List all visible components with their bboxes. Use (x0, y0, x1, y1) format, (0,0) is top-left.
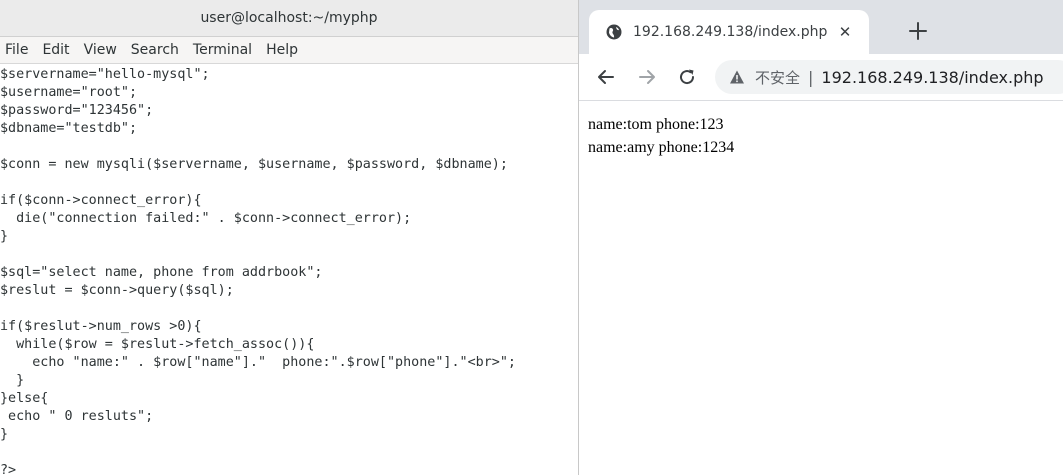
url-text[interactable]: 192.168.249.138/index.php (821, 68, 1043, 87)
address-bar[interactable]: 不安全 | 192.168.249.138/index.php (715, 60, 1063, 94)
warning-triangle-icon[interactable] (729, 69, 745, 85)
address-separator: | (808, 67, 814, 87)
forward-arrow-icon[interactable] (636, 66, 658, 88)
code-line: $sql="select name, phone from addrbook"; (0, 265, 323, 280)
page-content: name:tom phone:123 name:amy phone:1234 (579, 101, 1063, 159)
plus-icon[interactable] (907, 20, 929, 42)
menu-search[interactable]: Search (130, 42, 180, 58)
code-line: $username="root"; (0, 85, 138, 100)
menu-help[interactable]: Help (265, 42, 299, 58)
menu-edit[interactable]: Edit (41, 42, 70, 58)
tab-strip: 192.168.249.138/index.php ✕ (579, 0, 1063, 54)
menu-view[interactable]: View (83, 42, 118, 58)
terminal-body[interactable]: $servername="hello-mysql"; $username="ro… (0, 64, 578, 475)
terminal-title: user@localhost:~/myphp (200, 10, 378, 26)
code-line: $password="123456"; (0, 103, 154, 118)
code-line: } (0, 427, 9, 442)
browser-tab[interactable]: 192.168.249.138/index.php ✕ (589, 10, 869, 54)
code-line: } (0, 373, 25, 388)
code-line: }else{ (0, 391, 49, 406)
terminal-window: user@localhost:~/myphp File Edit View Se… (0, 0, 578, 475)
close-icon[interactable]: ✕ (835, 23, 855, 41)
terminal-titlebar[interactable]: user@localhost:~/myphp (0, 0, 578, 37)
code-line: $conn = new mysqli($servername, $usernam… (0, 157, 508, 172)
reload-icon[interactable] (676, 66, 698, 88)
code-line: ?> (0, 463, 17, 475)
tab-title: 192.168.249.138/index.php (633, 24, 828, 40)
back-arrow-icon[interactable] (595, 66, 617, 88)
menu-file[interactable]: File (4, 42, 29, 58)
terminal-menubar: File Edit View Search Terminal Help (0, 37, 578, 64)
result-line: name:amy phone:1234 (588, 139, 735, 156)
code-line: if($reslut->num_rows >0){ (0, 319, 202, 334)
code-line: if($conn->connect_error){ (0, 193, 202, 208)
code-line: $dbname="testdb"; (0, 121, 138, 136)
code-line: $servername="hello-mysql"; (0, 67, 210, 82)
security-label[interactable]: 不安全 (755, 67, 800, 88)
code-line: } (0, 229, 9, 244)
code-line: echo " 0 resluts"; (0, 409, 154, 424)
browser-toolbar: 不安全 | 192.168.249.138/index.php (579, 54, 1063, 101)
menu-terminal[interactable]: Terminal (192, 42, 253, 58)
browser-window: 192.168.249.138/index.php ✕ 不安全 | 192.16… (579, 0, 1063, 475)
globe-icon (605, 23, 623, 41)
result-line: name:tom phone:123 (588, 116, 724, 133)
code-line: echo "name:" . $row["name"]." phone:".$r… (0, 355, 516, 370)
code-line: while($row = $reslut->fetch_assoc()){ (0, 337, 315, 352)
code-line: die("connection failed:" . $conn->connec… (0, 211, 412, 226)
code-line: $reslut = $conn->query($sql); (0, 283, 234, 298)
